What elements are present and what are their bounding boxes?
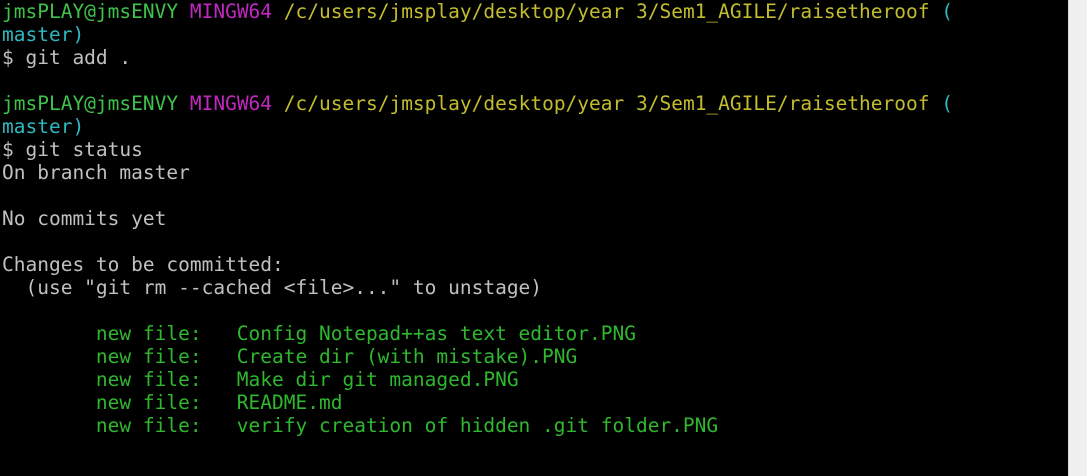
output-hint: (use "git rm --cached <file>..." to unst…	[2, 276, 543, 299]
prompt-line: jmsPLAY@jmsENVY MINGW64 /c/users/jmsplay…	[0, 0, 1068, 23]
prompt-path: /c/users/jmsplay/desktop/year 3/Sem1_AGI…	[283, 92, 930, 115]
staged-file-line: new file: Create dir (with mistake).PNG	[2, 345, 578, 368]
output-no-commits: No commits yet	[2, 207, 167, 230]
terminal-window[interactable]: jmsPLAY@jmsENVY MINGW64 /c/users/jmsplay…	[0, 0, 1068, 476]
output-changes-header: Changes to be committed:	[2, 253, 284, 276]
prompt-user: jmsPLAY@jmsENVY	[2, 0, 179, 23]
staged-file-line: new file: Make dir git managed.PNG	[2, 368, 519, 391]
staged-file-line: new file: Config Notepad++as text editor…	[2, 322, 636, 345]
staged-file-line: new file: README.md	[2, 391, 343, 414]
command-line: $ git status	[2, 138, 143, 161]
prompt-branch-line: master)	[0, 23, 1068, 46]
prompt-branch: master)	[2, 23, 85, 46]
prompt-branch-open: (	[941, 0, 953, 23]
prompt-branch-line: master)	[0, 115, 1068, 138]
prompt-env: MINGW64	[189, 0, 273, 23]
prompt-env: MINGW64	[189, 92, 273, 115]
prompt-branch-open: (	[941, 92, 953, 115]
prompt-user: jmsPLAY@jmsENVY	[2, 92, 179, 115]
prompt-path: /c/users/jmsplay/desktop/year 3/Sem1_AGI…	[283, 0, 930, 23]
vertical-scrollbar[interactable]	[1068, 0, 1087, 476]
prompt-line: jmsPLAY@jmsENVY MINGW64 /c/users/jmsplay…	[0, 92, 1068, 115]
prompt-branch: master)	[2, 115, 85, 138]
output-on-branch: On branch master	[2, 161, 190, 184]
staged-file-line: new file: verify creation of hidden .git…	[2, 414, 719, 437]
command-line: $ git add .	[2, 46, 132, 69]
